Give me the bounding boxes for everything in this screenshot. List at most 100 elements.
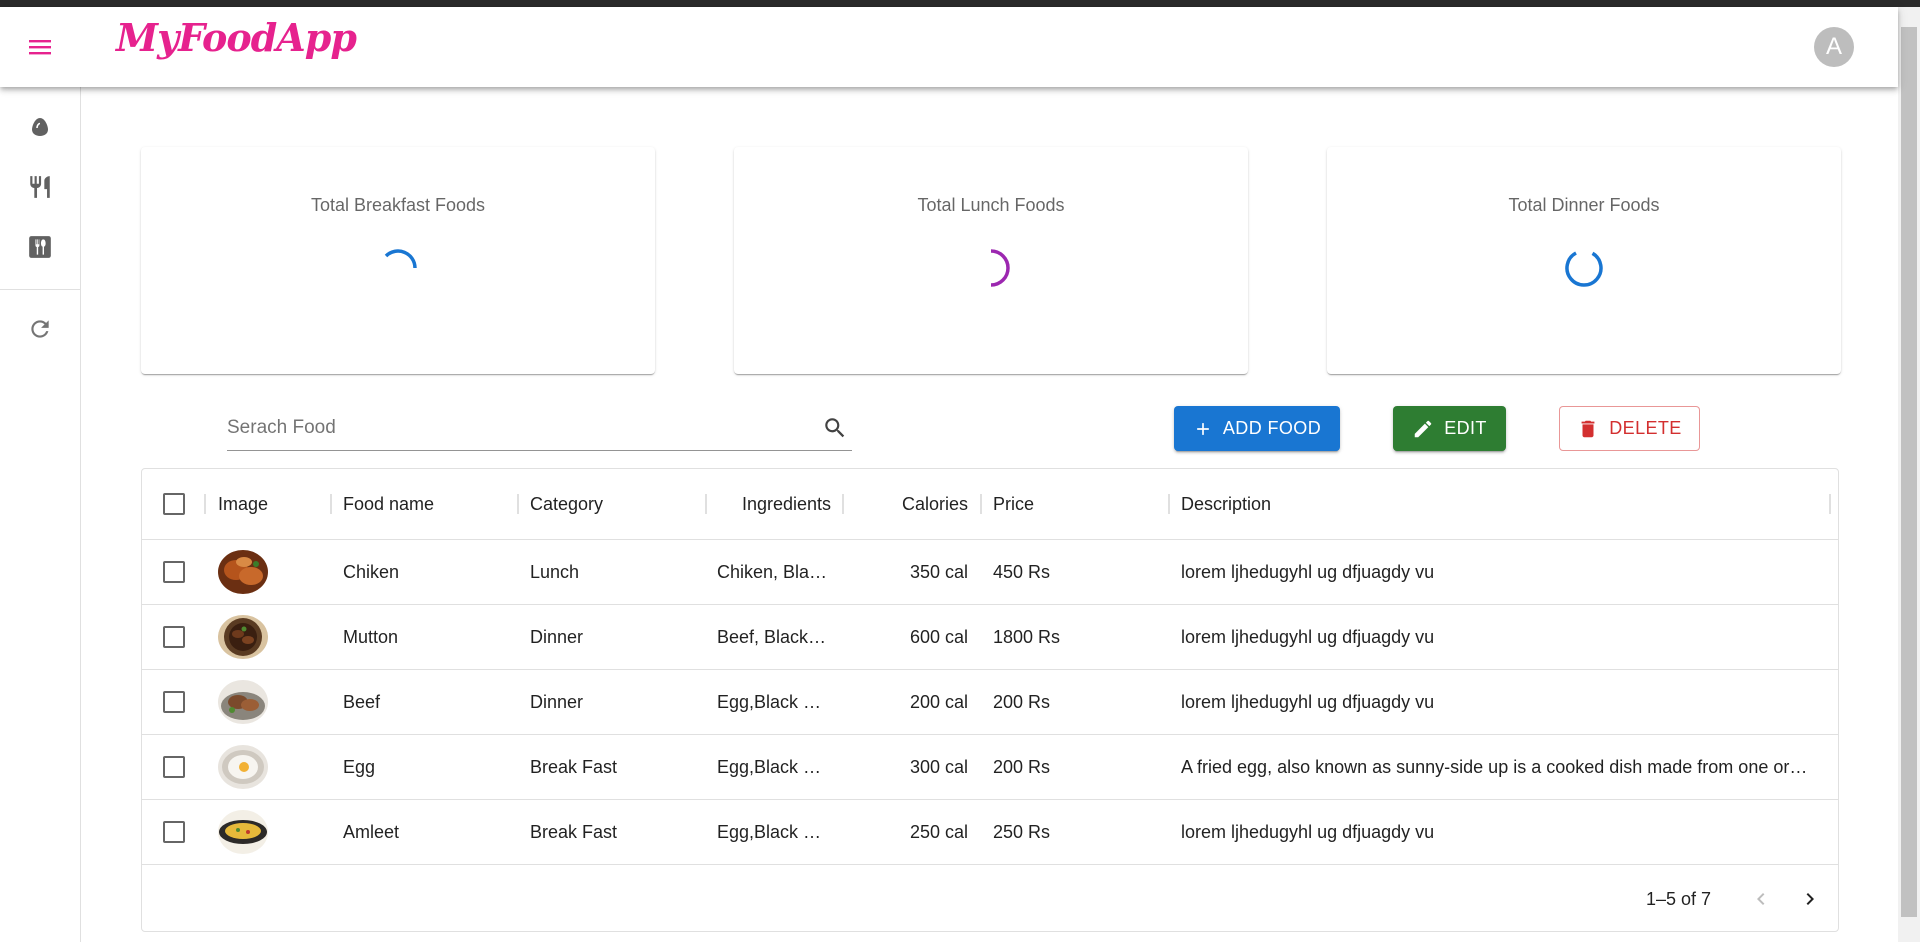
omelette-dish-image	[218, 810, 268, 854]
column-header-ingredients[interactable]: Ingredients	[717, 469, 831, 540]
stat-card-title: Total Breakfast Foods	[310, 195, 486, 215]
delete-button[interactable]: DELETE	[1559, 406, 1700, 451]
delete-label: DELETE	[1609, 418, 1682, 438]
column-header-price[interactable]: Price	[993, 469, 1163, 540]
column-separator[interactable]	[1168, 494, 1170, 514]
sidebar-item-lunch[interactable]	[20, 167, 60, 207]
loading-spinner-icon	[1565, 251, 1603, 287]
app-logo[interactable]: MyFoodApp	[116, 15, 357, 60]
cell-food-name: Chiken	[343, 562, 400, 582]
cell-price: 250 Rs	[993, 822, 1051, 842]
stat-card-dinner: Total Dinner Foods	[1327, 147, 1841, 374]
column-separator[interactable]	[1829, 494, 1831, 514]
menu-icon	[29, 40, 51, 55]
chicken-dish-image	[218, 550, 268, 594]
row-checkbox[interactable]	[163, 756, 185, 778]
row-checkbox[interactable]	[163, 561, 185, 583]
add-food-label: ADD FOOD	[1222, 418, 1322, 438]
cell-calories: 350 cal	[909, 562, 968, 582]
cell-price: 1800 Rs	[993, 627, 1061, 647]
pencil-icon	[1414, 420, 1432, 437]
pagination-range: 1–5 of 7	[1646, 889, 1712, 909]
column-header-image[interactable]: Image	[218, 469, 318, 540]
grid-header: Image Food name Category Ingredients Cal…	[142, 469, 1838, 540]
row-checkbox[interactable]	[163, 691, 185, 713]
previous-page-button[interactable]	[1745, 883, 1777, 915]
cell-ingredients: Egg,Black …	[717, 757, 822, 777]
cell-food-name: Mutton	[343, 627, 399, 647]
cell-price: 200 Rs	[993, 757, 1051, 777]
column-header-category[interactable]: Category	[530, 469, 700, 540]
egg-dish-image	[218, 745, 268, 789]
sidebar	[0, 87, 81, 942]
browser-top-strip	[0, 0, 1920, 7]
column-header-calories[interactable]: Calories	[854, 469, 968, 540]
cell-description: lorem ljhedugyhl ug dfjuagdy vu	[1181, 822, 1435, 842]
sidebar-item-dinner[interactable]	[20, 227, 60, 267]
edit-label: EDIT	[1444, 418, 1487, 438]
search-field	[227, 405, 852, 451]
cell-ingredients: Egg,Black …	[717, 692, 822, 712]
column-separator[interactable]	[705, 494, 707, 514]
cell-calories: 300 cal	[909, 757, 968, 777]
column-separator[interactable]	[330, 494, 332, 514]
cell-category: Dinner	[530, 627, 584, 647]
table-row[interactable]: Amleet Break Fast Egg,Black … 250 cal 25…	[142, 800, 1838, 865]
stat-card-title: Total Lunch Foods	[917, 195, 1065, 215]
menu-button[interactable]	[20, 27, 60, 67]
table-row[interactable]: Egg Break Fast Egg,Black … 300 cal 200 R…	[142, 735, 1838, 800]
column-separator[interactable]	[842, 494, 844, 514]
column-header-food-name[interactable]: Food name	[343, 469, 513, 540]
select-all-checkbox[interactable]	[163, 493, 185, 515]
loading-spinner-icon	[384, 249, 417, 269]
sidebar-item-refresh[interactable]	[20, 309, 60, 349]
cell-ingredients: Beef, Black…	[717, 627, 827, 647]
row-checkbox[interactable]	[163, 626, 185, 648]
sidebar-item-breakfast[interactable]	[20, 107, 60, 147]
row-checkbox[interactable]	[163, 821, 185, 843]
cell-category: Break Fast	[530, 757, 618, 777]
search-input[interactable]	[227, 413, 797, 443]
edit-button[interactable]: EDIT	[1393, 406, 1506, 451]
add-food-button[interactable]: ADD FOOD	[1174, 406, 1340, 451]
avatar[interactable]: A	[1814, 27, 1854, 67]
cell-category: Dinner	[530, 692, 584, 712]
sidebar-divider	[0, 289, 80, 290]
next-page-button[interactable]	[1794, 883, 1826, 915]
trash-icon	[1581, 420, 1595, 437]
cell-description: A fried egg, also known as sunny-side up…	[1181, 757, 1811, 777]
cell-calories: 200 cal	[909, 692, 968, 712]
egg-icon	[32, 118, 48, 136]
stat-card-breakfast: Total Breakfast Foods	[141, 147, 655, 374]
scrollbar-thumb[interactable]	[1901, 27, 1917, 917]
restaurant-icon	[30, 176, 50, 198]
search-icon[interactable]	[822, 415, 848, 441]
page-scrollbar[interactable]	[1898, 7, 1920, 942]
loading-spinner-icon	[990, 249, 1010, 287]
app-bar: MyFoodApp A	[0, 7, 1898, 87]
beef-dish-image	[218, 680, 268, 724]
cell-ingredients: Chiken, Bla…	[717, 562, 828, 582]
column-separator[interactable]	[517, 494, 519, 514]
cell-description: lorem ljhedugyhl ug dfjuagdy vu	[1181, 692, 1435, 712]
cell-food-name: Beef	[343, 692, 381, 712]
cell-calories: 600 cal	[909, 627, 968, 647]
chevron-left-icon	[1757, 893, 1765, 905]
table-row[interactable]: Chiken Lunch Chiken, Bla… 350 cal 450 Rs…	[142, 540, 1838, 605]
cell-ingredients: Egg,Black …	[717, 822, 822, 842]
cell-price: 200 Rs	[993, 692, 1051, 712]
stat-card-lunch: Total Lunch Foods	[734, 147, 1248, 374]
column-header-description[interactable]: Description	[1181, 469, 1781, 540]
column-separator[interactable]	[980, 494, 982, 514]
refresh-icon	[31, 320, 49, 338]
chevron-right-icon	[1806, 893, 1814, 905]
table-row[interactable]: Beef Dinner Egg,Black … 200 cal 200 Rs l…	[142, 670, 1838, 735]
cell-food-name: Amleet	[343, 822, 400, 842]
column-separator[interactable]	[204, 494, 206, 514]
cell-description: lorem ljhedugyhl ug dfjuagdy vu	[1181, 627, 1435, 647]
table-row[interactable]: Mutton Dinner Beef, Black… 600 cal 1800 …	[142, 605, 1838, 670]
cell-category: Lunch	[530, 562, 580, 582]
cell-description: lorem ljhedugyhl ug dfjuagdy vu	[1181, 562, 1435, 582]
cell-price: 450 Rs	[993, 562, 1051, 582]
plus-icon	[1197, 422, 1209, 435]
